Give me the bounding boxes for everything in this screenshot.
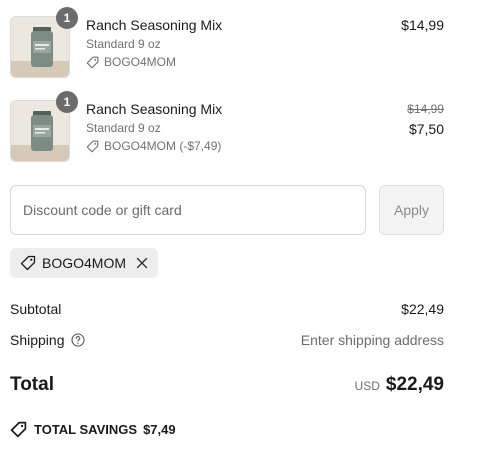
shipping-label-group: Shipping — [10, 332, 85, 348]
item-info: Ranch Seasoning Mix Standard 9 oz BOGO4M… — [86, 100, 222, 154]
item-discount: BOGO4MOM (-$7,49) — [86, 138, 222, 154]
product-variant: Standard 9 oz — [86, 121, 161, 135]
cart-item: 1 Ranch Seasoning Mix Standard 9 oz BOGO… — [10, 7, 444, 78]
product-thumbnail-wrap: 1 — [10, 7, 78, 78]
savings-value: $7,49 — [143, 422, 176, 437]
product-variant: Standard 9 oz — [86, 37, 161, 51]
total-amount-group: USD $22,49 — [355, 374, 444, 396]
subtotal-value: $22,49 — [401, 301, 444, 317]
tag-icon — [10, 421, 27, 438]
applied-discount-code: BOGO4MOM — [42, 255, 127, 271]
item-discount-code: BOGO4MOM (-$7,49) — [104, 139, 222, 153]
shipping-row: Shipping Enter shipping address — [10, 332, 444, 348]
item-discount: BOGO4MOM — [86, 54, 222, 70]
currency-code: USD — [354, 379, 380, 393]
tag-icon — [20, 255, 36, 271]
product-thumbnail-wrap: 1 — [10, 91, 78, 162]
shipping-value: Enter shipping address — [300, 332, 444, 348]
help-icon[interactable] — [70, 333, 85, 347]
quantity-badge: 1 — [56, 91, 78, 113]
item-discount-code: BOGO4MOM — [104, 55, 177, 69]
discount-form: Apply — [10, 185, 444, 235]
total-value: $22,49 — [385, 374, 444, 395]
tag-icon — [86, 56, 99, 68]
discount-code-input[interactable] — [10, 185, 366, 235]
total-savings: TOTAL SAVINGS $7,49 — [10, 421, 176, 438]
total-row: Total USD $22,49 — [10, 374, 444, 396]
close-icon[interactable] — [136, 257, 148, 269]
item-price: $14,99 $7,50 — [407, 100, 444, 138]
quantity-badge: 1 — [56, 7, 78, 29]
tag-icon — [86, 140, 99, 152]
applied-discount-chip: BOGO4MOM — [10, 248, 159, 278]
product-name: Ranch Seasoning Mix — [86, 101, 223, 117]
subtotal-row: Subtotal $22,49 — [10, 301, 444, 317]
product-name: Ranch Seasoning Mix — [86, 17, 223, 33]
item-original-price: $14,99 — [407, 102, 444, 116]
savings-label: TOTAL SAVINGS — [34, 422, 138, 437]
item-price: $14,99 — [401, 16, 444, 34]
item-price-value: $14,99 — [401, 17, 444, 33]
cart-item: 1 Ranch Seasoning Mix Standard 9 oz BOGO… — [10, 91, 444, 162]
item-price-value: $7,50 — [408, 121, 444, 137]
subtotal-label: Subtotal — [10, 301, 62, 317]
shipping-label: Shipping — [10, 332, 65, 348]
total-label: Total — [10, 374, 54, 395]
apply-button[interactable]: Apply — [379, 185, 444, 235]
item-info: Ranch Seasoning Mix Standard 9 oz BOGO4M… — [86, 16, 222, 70]
